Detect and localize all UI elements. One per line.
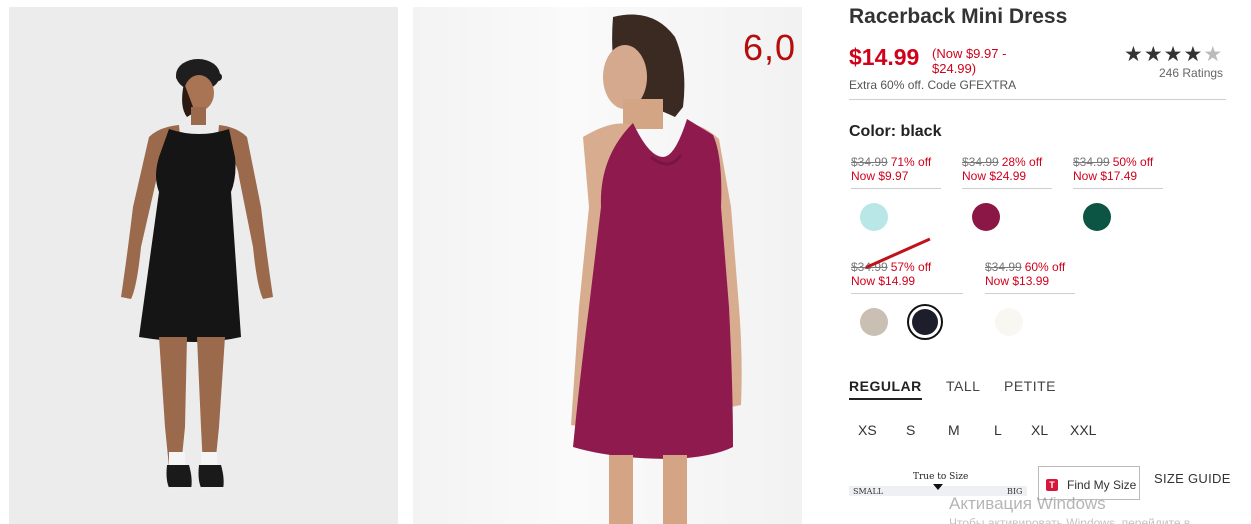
color-option-price-1: $34.99 71% off Now $9.97: [851, 155, 941, 189]
color-swatch-green[interactable]: [1083, 203, 1111, 231]
size-guide-link[interactable]: SIZE GUIDE: [1154, 471, 1231, 486]
color-option-price-2: $34.99 28% off Now $24.99: [962, 155, 1052, 189]
rating-stars[interactable]: ★★★★★: [1124, 42, 1223, 67]
product-image-back[interactable]: 6,0: [413, 7, 802, 524]
fit-indicator-arrow-icon: [933, 484, 943, 490]
discount-percent: 57% off: [890, 260, 932, 274]
size-option-xl[interactable]: XL: [1031, 422, 1048, 438]
size-option-m[interactable]: M: [948, 422, 960, 438]
tab-petite[interactable]: PETITE: [1004, 378, 1056, 394]
original-price: $34.99: [1073, 155, 1110, 169]
tab-tall[interactable]: TALL: [946, 378, 980, 394]
price-range: (Now $9.97 - $24.99): [932, 46, 1007, 76]
fit-small-label: SMALL: [853, 487, 884, 496]
size-option-xxl[interactable]: XXL: [1070, 422, 1096, 438]
true-fit-logo-icon: T: [1046, 479, 1058, 491]
color-label: Color: black: [849, 123, 942, 140]
star-icon-half: ★: [1203, 43, 1224, 66]
image-overlay-number: 6,0: [742, 27, 796, 68]
model-magenta-dress-figure: [571, 14, 742, 524]
color-swatch-off-white[interactable]: [995, 308, 1023, 336]
tab-regular[interactable]: REGULAR: [849, 378, 922, 400]
color-swatch-light-aqua[interactable]: [860, 203, 888, 231]
discount-percent: 60% off: [1024, 260, 1066, 274]
color-swatch-magenta[interactable]: [972, 203, 1000, 231]
sale-price: Now $17.49: [1073, 169, 1138, 183]
current-price: $14.99: [849, 44, 920, 70]
sale-price: Now $24.99: [962, 169, 1027, 183]
discount-percent: 71% off: [890, 155, 932, 169]
color-option-price-3: $34.99 50% off Now $17.49: [1073, 155, 1163, 189]
windows-activation-watermark: Активация Windows: [949, 494, 1106, 513]
color-option-price-4: $34.9957% off Now $14.99: [851, 260, 963, 294]
size-option-l[interactable]: L: [994, 422, 1002, 438]
color-swatch-black-selected[interactable]: [907, 304, 943, 340]
star-icons-full: ★★★★: [1124, 43, 1204, 66]
discount-percent: 50% off: [1112, 155, 1154, 169]
windows-activation-subtext: Чтобы активировать Windows, перейдите в: [949, 516, 1191, 524]
original-price: $34.99: [851, 155, 888, 169]
ratings-count-link[interactable]: 246 Ratings: [1159, 66, 1223, 80]
sale-price: Now $9.97: [851, 169, 909, 183]
product-info-panel: Racerback Mini Dress $14.99 (Now $9.97 -…: [849, 0, 1231, 524]
original-price: $34.99: [962, 155, 999, 169]
find-my-size-label: Find My Size: [1067, 478, 1137, 492]
color-option-price-6: $34.99 60% off Now $13.99: [985, 260, 1075, 294]
size-option-xs[interactable]: XS: [858, 422, 877, 438]
sale-price: Now $14.99: [851, 274, 916, 288]
discount-percent: 28% off: [1001, 155, 1043, 169]
size-option-s[interactable]: S: [906, 422, 915, 438]
model-black-dress-figure: [9, 7, 398, 524]
promo-code-text: Extra 60% off. Code GFEXTRA: [849, 78, 1017, 92]
product-title: Racerback Mini Dress: [849, 5, 1068, 28]
color-swatch-beige[interactable]: [860, 308, 888, 336]
true-to-size-label: True to Size: [913, 472, 969, 482]
original-price: $34.99: [985, 260, 1022, 274]
divider: [849, 99, 1226, 100]
sale-price: Now $13.99: [985, 274, 1050, 288]
product-image-front[interactable]: [9, 7, 398, 524]
